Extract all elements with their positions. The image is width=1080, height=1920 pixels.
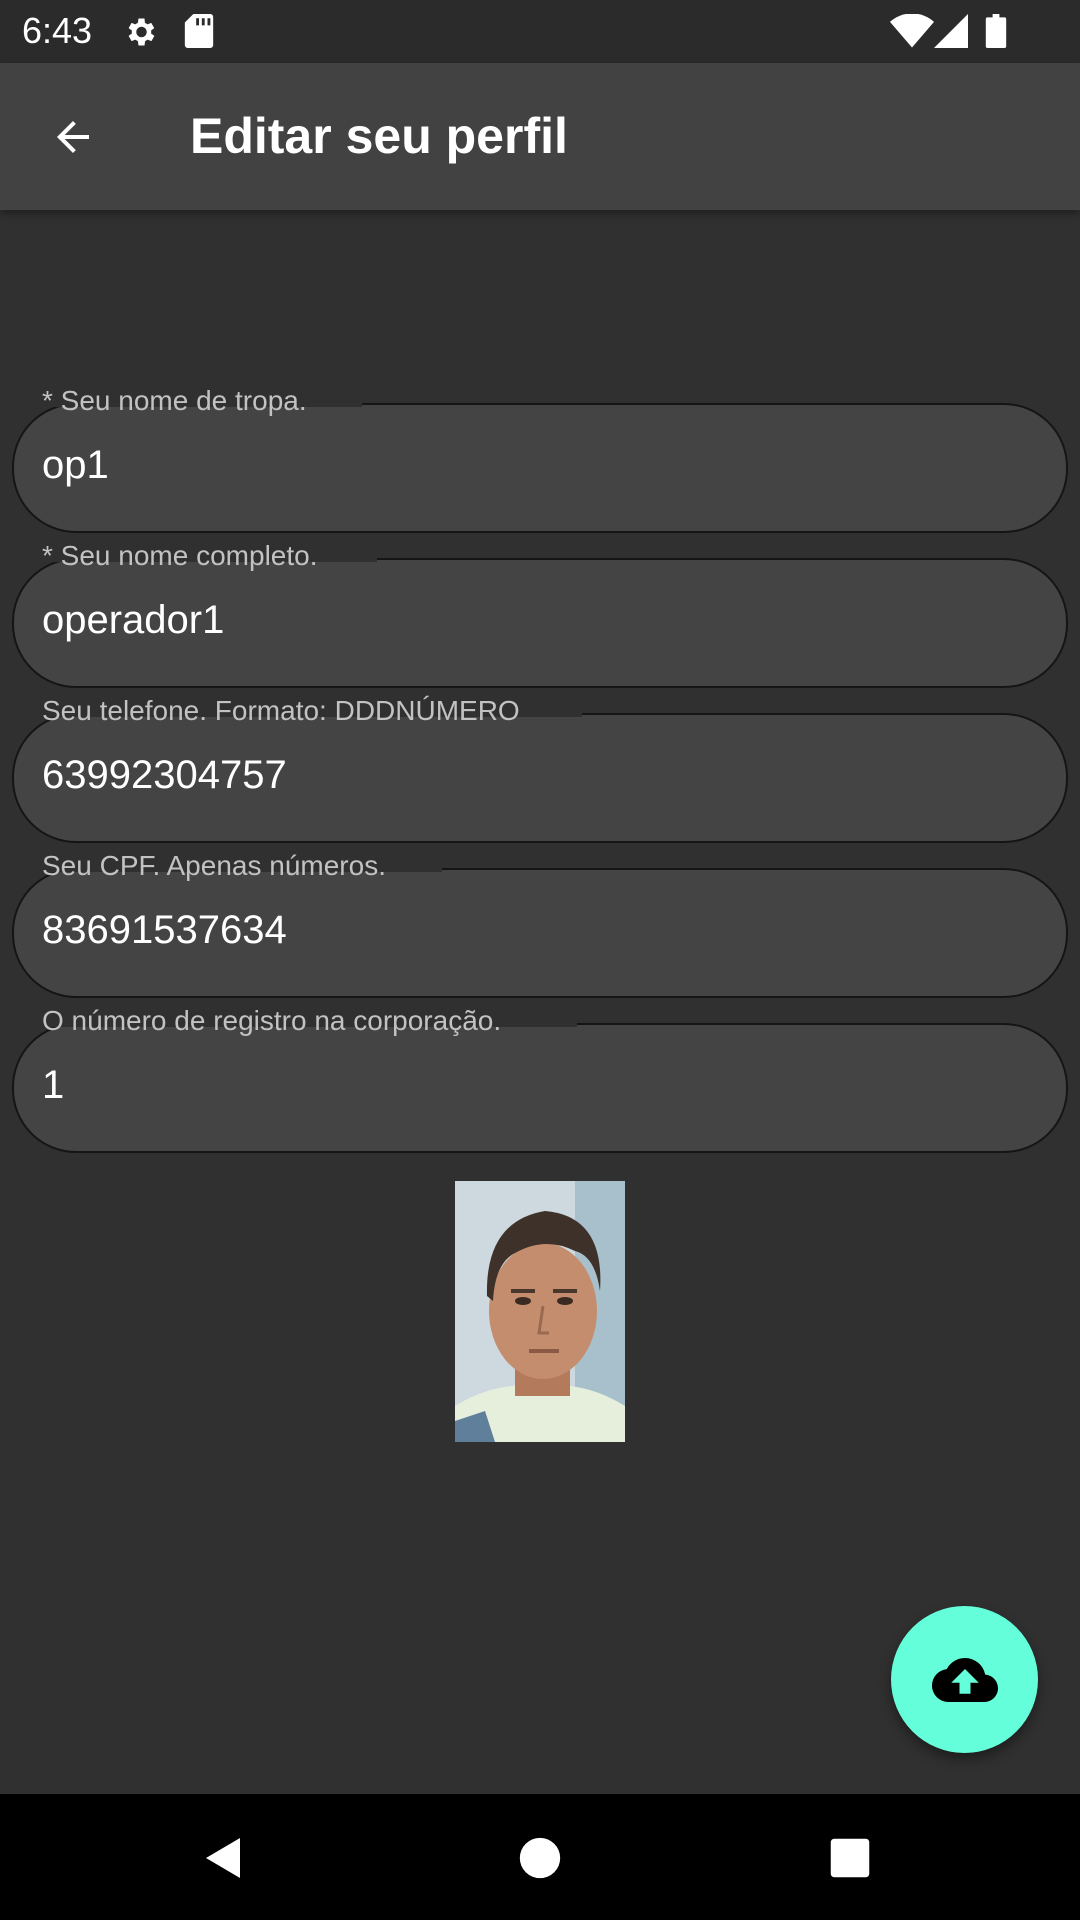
troop-name-label: * Seu nome de tropa. xyxy=(42,385,307,416)
status-bar: 6:43 xyxy=(0,0,1080,63)
upload-button[interactable] xyxy=(891,1606,1038,1753)
battery-icon xyxy=(985,14,1007,53)
troop-name-field[interactable]: * Seu nome de tropa. op1 xyxy=(12,385,1068,533)
profile-photo[interactable] xyxy=(455,1181,625,1442)
recents-square-icon xyxy=(830,1838,870,1878)
registration-value[interactable]: 1 xyxy=(42,1063,64,1108)
status-time: 6:43 xyxy=(22,10,93,51)
full-name-field[interactable]: * Seu nome completo. operador1 xyxy=(12,540,1068,688)
troop-name-value[interactable]: op1 xyxy=(42,443,109,488)
gear-icon xyxy=(122,14,158,55)
nav-home-button[interactable] xyxy=(512,1830,568,1886)
wifi-icon xyxy=(890,13,934,53)
back-triangle-icon xyxy=(206,1838,240,1878)
app-bar: Editar seu perfil xyxy=(0,63,1080,210)
phone-field[interactable]: Seu telefone. Formato: DDDNÚMERO 6399230… xyxy=(12,695,1068,843)
registration-input-box[interactable] xyxy=(12,1023,1068,1153)
cpf-label: Seu CPF. Apenas números. xyxy=(42,850,386,881)
phone-value[interactable]: 63992304757 xyxy=(42,753,287,798)
system-nav-bar xyxy=(0,1794,1080,1920)
full-name-label: * Seu nome completo. xyxy=(42,540,318,571)
sd-card-icon xyxy=(184,14,214,53)
portrait-icon xyxy=(455,1181,625,1442)
signal-icon xyxy=(934,14,968,53)
page-title: Editar seu perfil xyxy=(190,108,568,164)
cpf-value[interactable]: 83691537634 xyxy=(42,908,287,953)
nav-back-button[interactable] xyxy=(196,1830,252,1886)
phone-label: Seu telefone. Formato: DDDNÚMERO xyxy=(42,695,520,726)
home-circle-icon xyxy=(519,1837,561,1879)
nav-recents-button[interactable] xyxy=(822,1830,878,1886)
cloud-upload-icon xyxy=(931,1657,998,1702)
troop-name-input-box[interactable] xyxy=(12,403,1068,533)
registration-field[interactable]: O número de registro na corporação. 1 xyxy=(12,1005,1068,1153)
cpf-field[interactable]: Seu CPF. Apenas números. 83691537634 xyxy=(12,850,1068,998)
registration-label: O número de registro na corporação. xyxy=(42,1005,502,1036)
full-name-value[interactable]: operador1 xyxy=(42,598,224,643)
back-button[interactable] xyxy=(30,99,116,175)
arrow-back-icon xyxy=(57,121,89,153)
